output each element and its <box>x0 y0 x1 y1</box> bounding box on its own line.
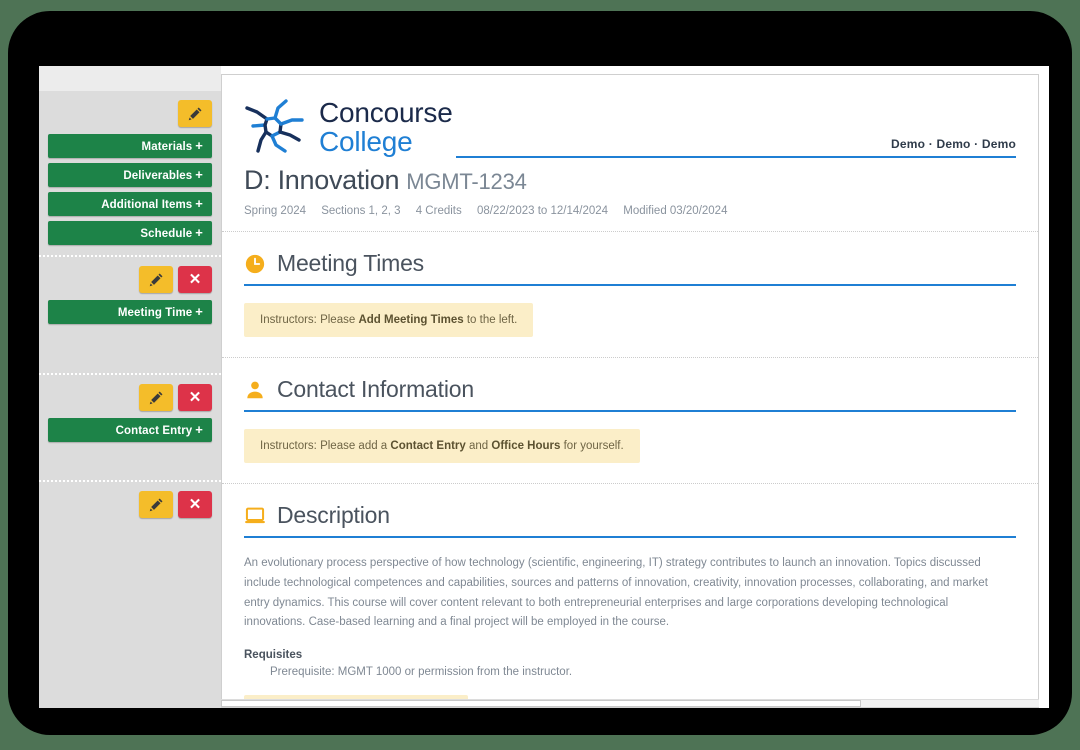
section-title: Contact Information <box>277 376 474 402</box>
section-meeting-times: Meeting Times Instructors: Please Add Me… <box>222 232 1038 358</box>
rail-actions: ✕ <box>39 482 221 518</box>
edit-button[interactable] <box>139 266 173 293</box>
add-deliverables-button[interactable]: Deliverables + <box>48 163 212 187</box>
green-button-list: Contact Entry + <box>39 411 221 452</box>
description-body: An evolutionary process perspective of h… <box>244 557 988 629</box>
edit-button[interactable] <box>139 491 173 518</box>
plus-icon: + <box>195 167 203 182</box>
pencil-icon <box>149 391 162 405</box>
plus-icon: + <box>195 422 203 437</box>
device-bezel: Materials + Deliverables + Additional Item… <box>8 11 1072 735</box>
section-contact-information: Contact Information Instructors: Please … <box>222 358 1038 484</box>
plus-icon: + <box>195 225 203 240</box>
institution-banner: Demo · Demo · Demo <box>456 137 1016 158</box>
app-screen: Materials + Deliverables + Additional Item… <box>39 66 1049 708</box>
header-rule <box>456 156 1016 158</box>
course-title-text: D: Innovation <box>244 165 400 195</box>
brand-name: Concourse College <box>319 99 453 156</box>
rail-group-description: ✕ <box>39 482 221 518</box>
scrollbar-thumb[interactable] <box>221 700 861 707</box>
section-header: Meeting Times <box>244 250 1016 284</box>
callout-mid: and <box>465 440 492 452</box>
pencil-icon <box>149 273 162 287</box>
green-btn-label: Materials <box>141 141 193 153</box>
green-btn-label: Schedule <box>140 228 193 240</box>
callout-bold-1: Contact Entry <box>390 440 466 452</box>
rail-actions: ✕ <box>39 375 221 411</box>
add-materials-button[interactable]: Materials + <box>48 134 212 158</box>
green-btn-label: Meeting Time <box>117 307 193 319</box>
close-x-icon: ✕ <box>188 271 202 288</box>
plus-icon: + <box>195 138 203 153</box>
person-icon <box>247 381 263 398</box>
edit-button[interactable] <box>139 384 173 411</box>
callout-pre: Instructors: Please add a <box>260 440 391 452</box>
requisites-text: Prerequisite: MGMT 1000 or permission fr… <box>270 666 573 679</box>
pencil-icon <box>188 107 201 121</box>
contact-information-callout: Instructors: Please add a Contact Entry … <box>244 429 640 463</box>
rail-group-contact-entry: ✕ Contact Entry + <box>39 375 221 482</box>
add-schedule-button[interactable]: Schedule + <box>48 221 212 245</box>
green-btn-label: Additional Items <box>101 199 193 211</box>
add-contact-entry-button[interactable]: Contact Entry + <box>48 418 212 442</box>
course-meta: Spring 2024 Sections 1, 2, 3 4 Credits 0… <box>244 205 1016 217</box>
meeting-times-callout: Instructors: Please Add Meeting Times to… <box>244 303 534 337</box>
clock-icon <box>245 254 265 273</box>
add-additional-items-button[interactable]: Additional Items + <box>48 192 212 216</box>
course-code: MGMT-1234 <box>406 169 527 194</box>
demo-breadcrumb: Demo · Demo · Demo <box>891 137 1016 151</box>
course-dates: 08/22/2023 to 12/14/2024 <box>476 205 609 217</box>
delete-button[interactable]: ✕ <box>178 266 212 293</box>
rail-panels: Materials + Deliverables + Additional Item… <box>39 91 221 708</box>
callout-post: for yourself. <box>560 440 624 452</box>
callout-pre: Instructors: Please <box>260 314 359 326</box>
section-title: Description <box>277 502 390 528</box>
laptop-icon <box>245 507 265 523</box>
left-edit-rail: Materials + Deliverables + Additional Item… <box>39 66 221 708</box>
document-header: Demo · Demo · Demo Concourse College D: … <box>222 75 1038 232</box>
section-header: Contact Information <box>244 376 1016 410</box>
requisites-label: Requisites <box>244 649 303 662</box>
horizontal-scrollbar[interactable] <box>221 699 1039 707</box>
course-sections: Sections 1, 2, 3 <box>321 205 401 217</box>
add-meeting-time-button[interactable]: Meeting Time + <box>48 300 212 324</box>
plus-icon: + <box>195 304 203 319</box>
rail-actions <box>39 91 221 127</box>
section-rule <box>244 284 1016 286</box>
course-modified: Modified 03/20/2024 <box>623 205 728 217</box>
rail-group-course-content: Materials + Deliverables + Additional Item… <box>39 91 221 257</box>
green-button-list: Materials + Deliverables + Additional Item… <box>39 127 221 255</box>
callout-bold-2: Office Hours <box>491 440 561 452</box>
section-header: Description <box>244 502 1016 536</box>
section-description: Description An evolutionary process pers… <box>222 484 1038 707</box>
delete-button[interactable]: ✕ <box>178 491 212 518</box>
section-rule <box>244 536 1016 538</box>
course-credits: 4 Credits <box>415 205 462 217</box>
callout-bold: Add Meeting Times <box>358 314 464 326</box>
page-title: D: Innovation MGMT-1234 <box>244 165 1016 196</box>
section-rule <box>244 410 1016 412</box>
rail-actions: ✕ <box>39 257 221 293</box>
course-term: Spring 2024 <box>244 205 307 217</box>
brand-line-2: College <box>319 126 413 157</box>
pencil-icon <box>149 498 162 512</box>
brand-line-1: Concourse <box>319 97 453 129</box>
close-x-icon: ✕ <box>188 496 202 513</box>
syllabus-document: Demo · Demo · Demo Concourse College D: … <box>221 74 1039 708</box>
callout-post: to the left. <box>463 314 518 326</box>
green-button-list: Meeting Time + <box>39 293 221 334</box>
plus-icon: + <box>195 196 203 211</box>
concourse-starburst-logo <box>245 99 304 153</box>
rail-group-meeting-time: ✕ Meeting Time + <box>39 257 221 375</box>
green-btn-label: Contact Entry <box>115 425 193 437</box>
edit-button[interactable] <box>178 100 212 127</box>
green-btn-label: Deliverables <box>123 170 193 182</box>
section-title: Meeting Times <box>277 250 424 276</box>
close-x-icon: ✕ <box>188 389 202 406</box>
delete-button[interactable]: ✕ <box>178 384 212 411</box>
